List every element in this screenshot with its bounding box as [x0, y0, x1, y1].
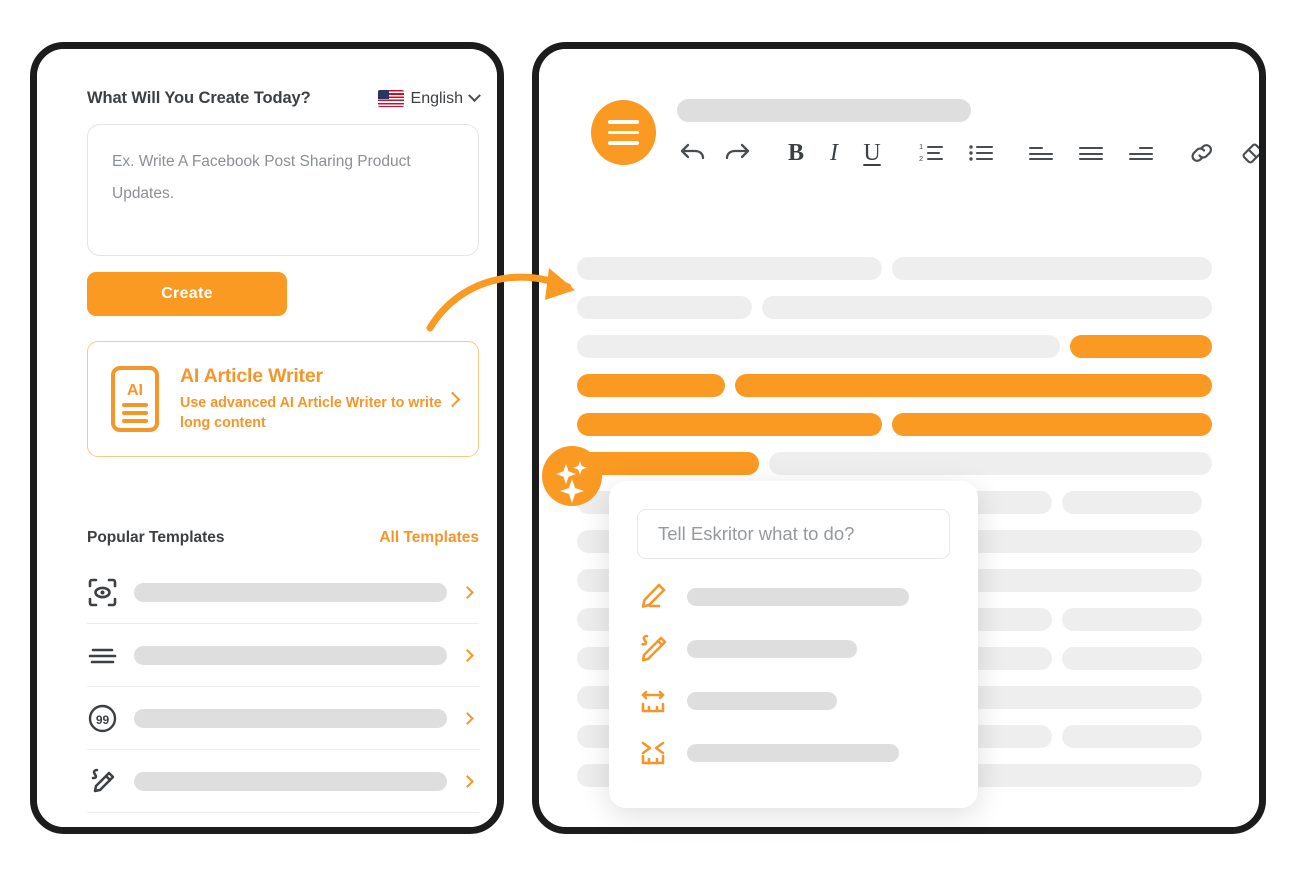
left-panel: What Will You Create Today? English Ex. … — [37, 49, 497, 827]
document-line-segment — [1062, 725, 1202, 748]
ai-document-icon: AI — [107, 365, 163, 433]
document-line-highlighted — [577, 374, 725, 397]
chevron-down-icon — [468, 89, 481, 103]
document-line-segment — [1062, 608, 1202, 631]
list-item[interactable] — [87, 561, 479, 624]
sparkles-icon[interactable] — [542, 446, 602, 506]
app-root: What Will You Create Today? English Ex. … — [0, 0, 1305, 877]
all-templates-link[interactable]: All Templates — [379, 529, 479, 547]
chevron-right-icon — [461, 585, 474, 599]
quote-99-icon: 99 — [87, 703, 118, 734]
svg-text:99: 99 — [96, 713, 110, 727]
magic-wand-icon — [637, 633, 669, 665]
chevron-right-icon — [461, 648, 474, 662]
chevron-right-icon — [444, 391, 461, 407]
document-line-highlighted — [892, 413, 1212, 436]
document-line-highlighted — [1070, 335, 1212, 358]
left-panel-header: What Will You Create Today? English — [87, 89, 481, 108]
ai-action-item[interactable] — [637, 727, 950, 779]
template-name-placeholder — [134, 771, 447, 791]
ai-action-label-placeholder — [687, 744, 899, 762]
document-line-segment — [577, 296, 752, 319]
templates-list: 99 — [87, 561, 479, 813]
ai-action-list — [637, 571, 950, 779]
pencil-edit-icon — [87, 766, 118, 797]
chevron-right-icon — [461, 711, 474, 725]
templates-title: Popular Templates — [87, 529, 225, 546]
template-name-placeholder — [134, 582, 447, 602]
list-item[interactable] — [87, 624, 479, 687]
ai-action-item[interactable] — [637, 675, 950, 727]
document-line-segment — [892, 257, 1212, 280]
text-lines-icon — [87, 640, 118, 671]
ai-action-item[interactable] — [637, 623, 950, 675]
document-line — [577, 335, 1212, 358]
create-button[interactable]: Create — [87, 272, 287, 316]
ai-article-writer-card[interactable]: AI AI Article Writer Use advanced AI Art… — [87, 341, 479, 457]
ai-command-placeholder: Tell Eskritor what to do? — [658, 523, 855, 544]
document-line — [577, 257, 1212, 280]
expand-text-icon — [637, 685, 669, 717]
document-line — [577, 374, 1212, 397]
us-flag-icon — [377, 90, 404, 107]
language-label: English — [410, 89, 463, 107]
scan-eye-icon — [87, 577, 118, 608]
document-line-segment — [1062, 647, 1202, 670]
ai-action-label-placeholder — [687, 588, 909, 606]
list-item[interactable] — [87, 750, 479, 813]
shorten-text-icon — [637, 737, 669, 769]
document-line — [577, 413, 1212, 436]
pencil-write-icon — [637, 581, 669, 613]
svg-text:AI: AI — [127, 382, 143, 399]
ai-action-label-placeholder — [687, 640, 857, 658]
ai-assistant-popup: Tell Eskritor what to do? — [609, 481, 978, 808]
document-line-segment — [577, 335, 1060, 358]
document-line-highlighted — [577, 413, 882, 436]
ai-article-writer-description: Use advanced AI Article Writer to write … — [180, 394, 442, 431]
document-line-segment — [577, 257, 882, 280]
templates-header: Popular Templates All Templates — [87, 529, 479, 547]
document-line-segment — [769, 452, 1212, 475]
prompt-placeholder: Ex. Write A Facebook Post Sharing Produc… — [112, 153, 411, 203]
list-item[interactable]: 99 — [87, 687, 479, 750]
ai-command-input[interactable]: Tell Eskritor what to do? — [637, 509, 950, 559]
left-panel-frame: What Will You Create Today? English Ex. … — [30, 42, 504, 834]
ai-article-writer-text: AI Article Writer Use advanced AI Articl… — [163, 365, 447, 434]
template-name-placeholder — [134, 645, 447, 665]
document-line-highlighted — [735, 374, 1212, 397]
language-selector[interactable]: English — [377, 89, 481, 108]
template-name-placeholder — [134, 708, 447, 728]
prompt-input[interactable]: Ex. Write A Facebook Post Sharing Produc… — [87, 124, 479, 256]
page-title: What Will You Create Today? — [87, 89, 311, 107]
document-line-segment — [762, 296, 1212, 319]
document-line-highlighted — [577, 452, 759, 475]
document-line — [577, 296, 1212, 319]
document-line — [577, 452, 1212, 475]
ai-article-writer-title: AI Article Writer — [180, 364, 323, 387]
ai-action-label-placeholder — [687, 692, 837, 710]
document-line-segment — [1062, 491, 1202, 514]
ai-action-item[interactable] — [637, 571, 950, 623]
chevron-right-icon — [461, 774, 474, 788]
